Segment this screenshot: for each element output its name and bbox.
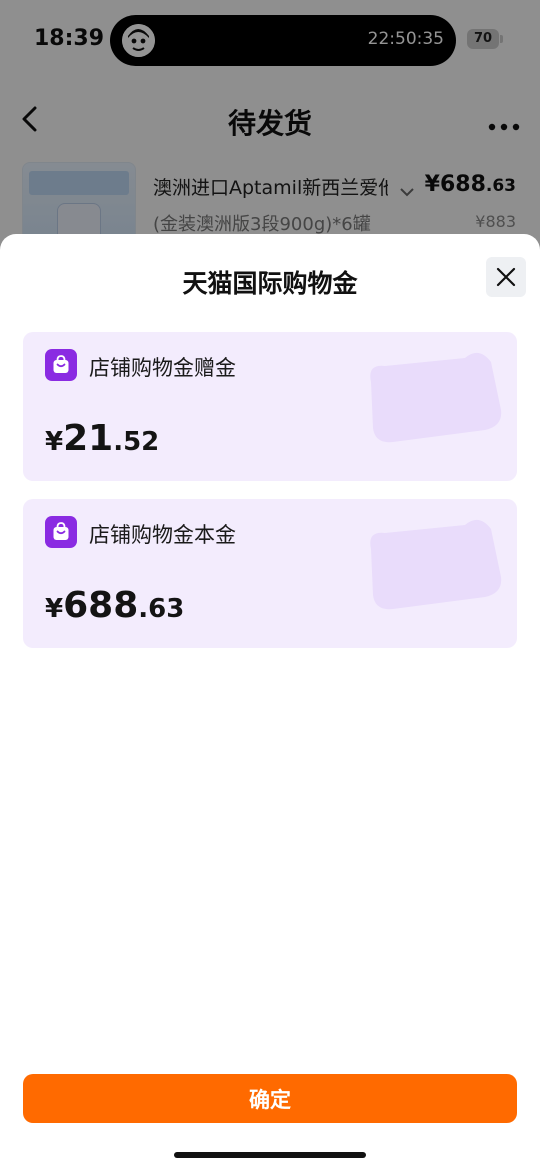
close-icon [496,267,516,287]
gift-balance-card: 店铺购物金赠金 ¥21.52 [23,332,517,481]
card-decoration [370,519,502,610]
bottom-sheet: 天猫国际购物金 店铺购物金赠金 ¥21.52 店铺购物金本金 ¥688.63 确… [0,234,540,1170]
card-label: 店铺购物金赠金 [89,356,236,380]
card-amount: ¥21.52 [45,418,159,459]
currency-symbol: ¥ [45,427,64,457]
shopping-bag-icon [45,516,77,548]
confirm-button[interactable]: 确定 [23,1074,517,1123]
home-indicator [174,1152,366,1158]
amount-integer: 21 [63,418,114,459]
currency-symbol: ¥ [45,594,64,624]
close-button[interactable] [486,257,526,297]
amount-integer: 688 [63,585,139,626]
amount-decimal: .52 [113,427,160,457]
card-amount: ¥688.63 [45,585,184,626]
shopping-bag-icon [45,349,77,381]
amount-decimal: .63 [138,594,185,624]
principal-balance-card: 店铺购物金本金 ¥688.63 [23,499,517,648]
sheet-title: 天猫国际购物金 [182,269,358,298]
card-decoration [370,352,502,443]
card-label: 店铺购物金本金 [89,523,236,547]
